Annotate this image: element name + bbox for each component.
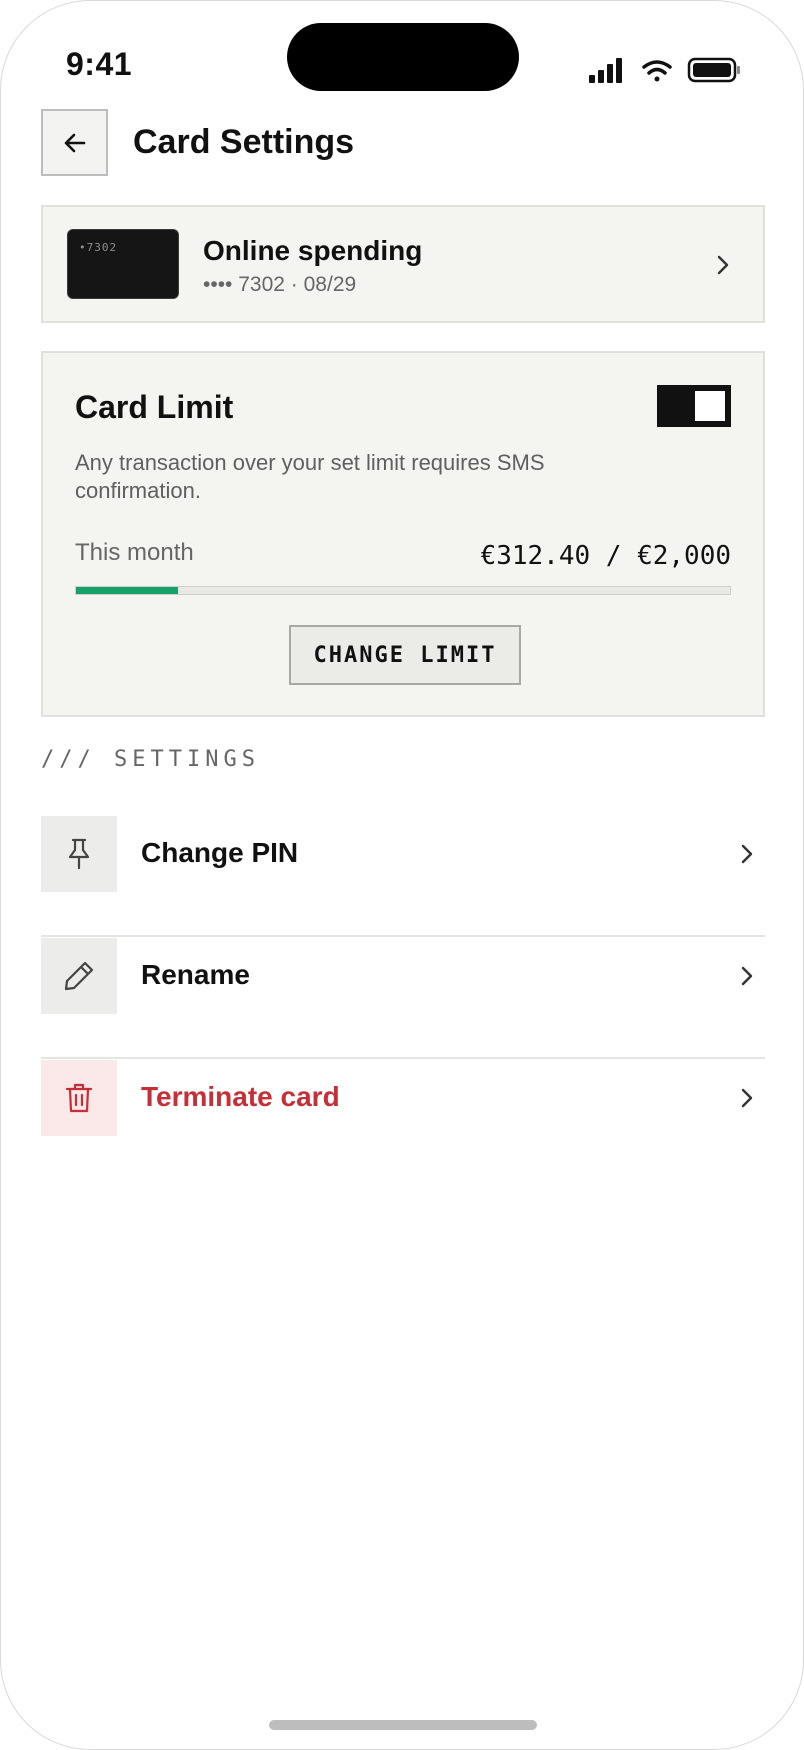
limit-progress-bar — [75, 586, 731, 595]
period-label: This month — [75, 539, 194, 566]
card-name: Online spending — [203, 235, 423, 266]
battery-icon — [687, 57, 740, 83]
back-button[interactable] — [41, 109, 108, 176]
card-thumbnail: •7302 — [67, 229, 179, 299]
card-limit-title: Card Limit — [75, 389, 234, 425]
settings-list: Change PIN Rename Terminate card — [41, 815, 765, 1181]
pencil-icon — [64, 961, 94, 991]
setting-label: Change PIN — [141, 837, 299, 868]
card-limit-toggle[interactable] — [657, 385, 731, 427]
setting-label: Terminate card — [141, 1081, 340, 1112]
chevron-right-icon — [741, 844, 753, 864]
setting-change-pin[interactable]: Change PIN — [41, 815, 765, 937]
card-summary-row[interactable]: •7302 Online spending •••• 7302 · 08/29 — [41, 205, 765, 323]
trash-icon — [65, 1083, 93, 1113]
setting-icon-box — [41, 1060, 117, 1136]
toggle-knob — [695, 391, 725, 421]
setting-rename[interactable]: Rename — [41, 937, 765, 1059]
dynamic-island — [287, 23, 519, 91]
pin-icon — [68, 838, 90, 870]
card-limit-description: Any transaction over your set limit requ… — [75, 450, 545, 503]
card-limit-panel: Card Limit Any transaction over your set… — [41, 351, 765, 717]
chevron-right-icon — [741, 1088, 753, 1108]
setting-icon-box — [41, 816, 117, 892]
setting-terminate-card[interactable]: Terminate card — [41, 1059, 765, 1181]
status-icons — [589, 57, 740, 83]
wifi-icon — [642, 60, 672, 82]
chevron-right-icon — [741, 966, 753, 986]
usage-value: €312.40 / €2,000 — [480, 541, 731, 571]
arrow-left-icon — [64, 133, 85, 152]
change-limit-button[interactable]: CHANGE LIMIT — [289, 625, 521, 685]
chevron-right-icon — [717, 255, 729, 275]
setting-label: Rename — [141, 959, 250, 990]
status-time: 9:41 — [66, 46, 133, 82]
page-title: Card Settings — [133, 123, 355, 161]
phone-frame: 9:41 Card Settings •7302 Online spending… — [0, 0, 804, 1750]
limit-progress-fill — [76, 587, 179, 594]
card-thumb-number: •7302 — [79, 241, 118, 254]
card-details: •••• 7302 · 08/29 — [203, 273, 357, 296]
settings-section-label: /// SETTINGS — [41, 747, 260, 772]
signal-icon — [589, 58, 622, 83]
setting-icon-box — [41, 938, 117, 1014]
home-indicator — [269, 1720, 537, 1730]
